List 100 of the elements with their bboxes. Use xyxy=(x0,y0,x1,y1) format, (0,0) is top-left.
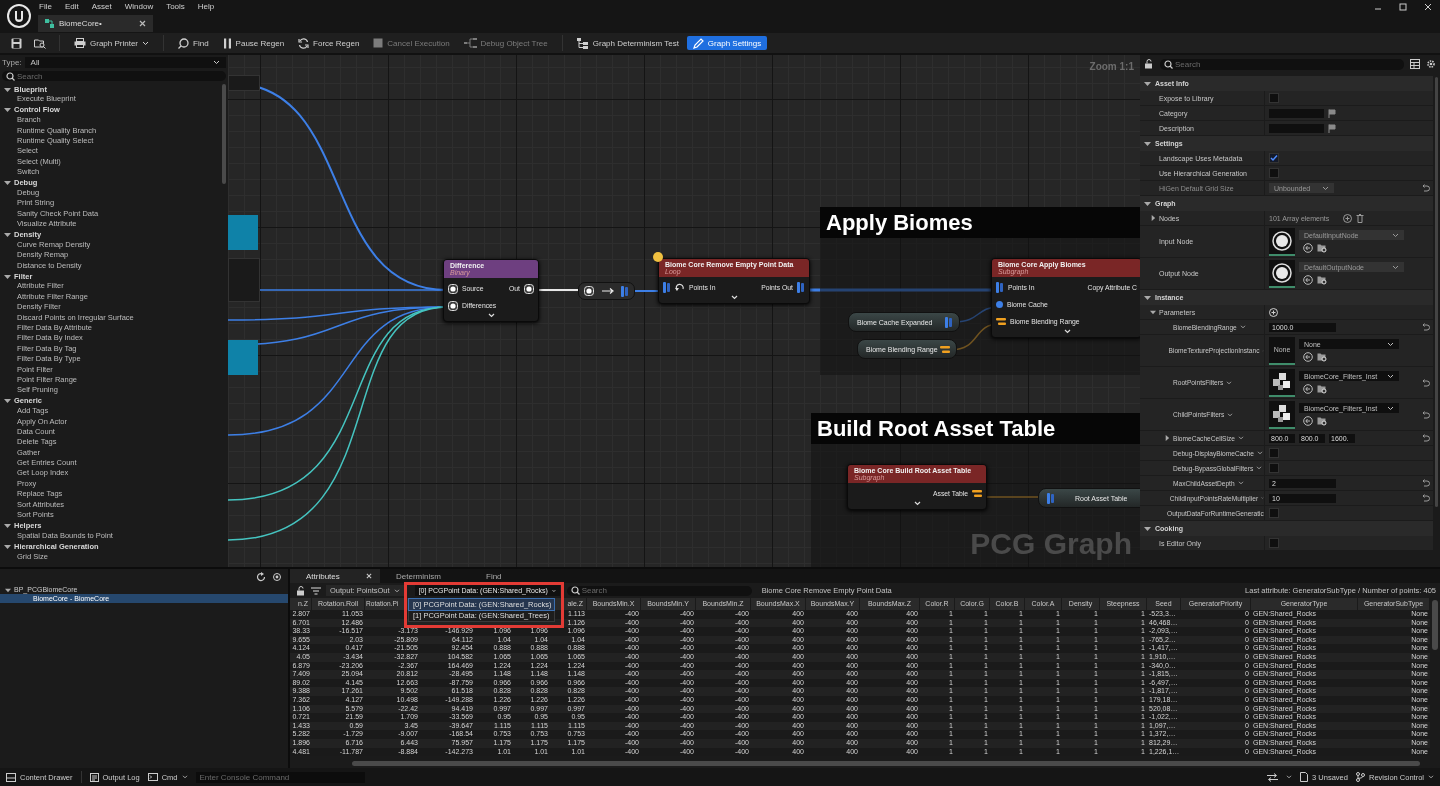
stack-pin-icon[interactable] xyxy=(945,316,953,328)
asset-thumbnail[interactable] xyxy=(1269,227,1295,256)
lock-icon[interactable] xyxy=(296,585,306,596)
lock-icon[interactable] xyxy=(1144,59,1154,69)
search-field[interactable]: Search xyxy=(1160,58,1404,70)
dot-pin-icon[interactable] xyxy=(996,301,1003,308)
folder-search-icon[interactable] xyxy=(1317,352,1327,362)
checkbox[interactable] xyxy=(1269,508,1279,518)
flag-icon[interactable] xyxy=(1328,123,1336,133)
asset-thumbnail[interactable] xyxy=(1269,368,1295,397)
pin-icon[interactable] xyxy=(524,283,534,294)
console-field[interactable]: Enter Console Command xyxy=(195,771,365,783)
asset-thumbnail[interactable] xyxy=(1269,400,1295,429)
arrow-left-circle-icon[interactable] xyxy=(1303,243,1313,253)
folder-search-icon[interactable] xyxy=(1317,384,1327,394)
maximize-icon[interactable] xyxy=(1399,3,1407,11)
refresh-icon[interactable] xyxy=(256,572,266,582)
type-dropdown[interactable]: All xyxy=(24,57,226,68)
transfer-icon[interactable] xyxy=(1267,772,1279,782)
folder-search-icon[interactable] xyxy=(1317,243,1327,253)
search-field[interactable]: Search xyxy=(2,71,226,81)
menu-item[interactable]: Tools xyxy=(166,2,185,11)
checkbox[interactable] xyxy=(1269,93,1279,103)
stack-pin-icon[interactable] xyxy=(797,282,805,293)
tree-icon xyxy=(463,38,477,48)
table-icon[interactable] xyxy=(1410,59,1420,69)
flag-icon[interactable] xyxy=(1328,108,1336,118)
arrow-left-circle-icon[interactable] xyxy=(1303,384,1313,394)
caret-icon xyxy=(1144,294,1151,301)
folder-search-icon[interactable] xyxy=(1317,416,1327,426)
close-icon[interactable] xyxy=(366,573,372,579)
scrollbar[interactable] xyxy=(352,761,1420,766)
pin-icon[interactable] xyxy=(584,286,594,296)
toolbar-button[interactable]: Graph Determinism Test xyxy=(570,36,685,50)
caret-icon[interactable] xyxy=(1164,435,1170,441)
stack-pin-icon[interactable] xyxy=(1047,492,1055,504)
close-icon[interactable] xyxy=(1424,3,1432,11)
panel-tab[interactable]: Attributes xyxy=(290,569,380,583)
menu-item[interactable]: Edit xyxy=(64,2,79,11)
arrow-left-circle-icon[interactable] xyxy=(1303,416,1313,426)
logo-icon[interactable] xyxy=(6,3,32,29)
toolbar-button[interactable]: Find xyxy=(172,36,215,50)
reset-icon[interactable] xyxy=(1420,434,1430,442)
bars-pin-icon[interactable] xyxy=(940,345,950,353)
folder-search-icon[interactable] xyxy=(1317,275,1327,285)
caret-icon xyxy=(1144,200,1151,207)
toolbar-button[interactable]: Graph Printer xyxy=(68,36,156,50)
arrow-right-icon xyxy=(601,288,614,294)
checkbox[interactable] xyxy=(1269,153,1279,163)
checkbox[interactable] xyxy=(1269,463,1279,473)
refresh-icon xyxy=(298,37,310,49)
scrollbar[interactable] xyxy=(1435,77,1438,507)
stack-pin-icon[interactable] xyxy=(996,282,1004,293)
toolbar-button[interactable]: Force Regen xyxy=(292,36,366,50)
asset-thumbnail[interactable] xyxy=(1269,259,1295,288)
menu-item[interactable]: Window xyxy=(124,2,154,11)
reset-icon[interactable] xyxy=(1420,494,1430,502)
menu-item[interactable]: Help xyxy=(197,2,215,11)
panel-tab[interactable]: Find xyxy=(470,569,560,583)
bars-pin-icon[interactable] xyxy=(972,490,982,497)
reset-icon[interactable] xyxy=(1420,410,1430,419)
menu-item[interactable]: Asset xyxy=(91,2,112,11)
document-tab[interactable]: BiomeCore• xyxy=(38,15,153,32)
toolbar-button[interactable]: Graph Settings xyxy=(686,36,768,50)
toolbar-button[interactable]: Pause Regen xyxy=(216,36,291,50)
pin-icon[interactable] xyxy=(448,283,458,294)
close-icon[interactable] xyxy=(139,20,146,27)
caret-icon xyxy=(4,231,11,239)
pin-icon[interactable] xyxy=(448,300,458,311)
caret-icon[interactable] xyxy=(1150,215,1156,221)
sphere-icon xyxy=(1272,262,1292,283)
stack-pin-icon[interactable] xyxy=(621,285,629,297)
caret-icon xyxy=(4,85,11,93)
arrow-left-circle-icon[interactable] xyxy=(1303,352,1313,362)
focus-icon[interactable] xyxy=(272,572,282,582)
trash-icon[interactable] xyxy=(1356,213,1365,223)
stack-pin-icon[interactable] xyxy=(663,282,671,293)
reroute-node[interactable] xyxy=(578,282,635,300)
search-field[interactable]: Search xyxy=(566,585,752,596)
add-icon[interactable] xyxy=(1269,307,1278,317)
checkbox[interactable] xyxy=(1269,448,1279,458)
settings-icon[interactable] xyxy=(1426,59,1436,69)
scrollbar[interactable] xyxy=(222,84,226,184)
checkbox[interactable] xyxy=(1269,168,1279,178)
reset-icon[interactable] xyxy=(1420,323,1430,331)
bars-pin-icon[interactable] xyxy=(996,318,1006,325)
panel-tab[interactable]: Determinism xyxy=(380,569,470,583)
caret-icon xyxy=(1144,525,1151,532)
arrow-left-circle-icon[interactable] xyxy=(1303,275,1313,285)
scrollbar[interactable] xyxy=(1432,600,1438,650)
filter-icon[interactable] xyxy=(311,586,321,595)
checkbox[interactable] xyxy=(1269,538,1279,548)
reset-icon[interactable] xyxy=(1420,479,1430,487)
folder-search-icon xyxy=(34,37,46,49)
caret-icon[interactable] xyxy=(1150,309,1156,315)
comment-header: Apply Biomes xyxy=(820,207,1140,238)
log-icon xyxy=(89,772,99,782)
add-icon[interactable] xyxy=(1343,213,1353,223)
menu-item[interactable]: File xyxy=(39,2,52,11)
reset-icon[interactable] xyxy=(1420,378,1430,387)
